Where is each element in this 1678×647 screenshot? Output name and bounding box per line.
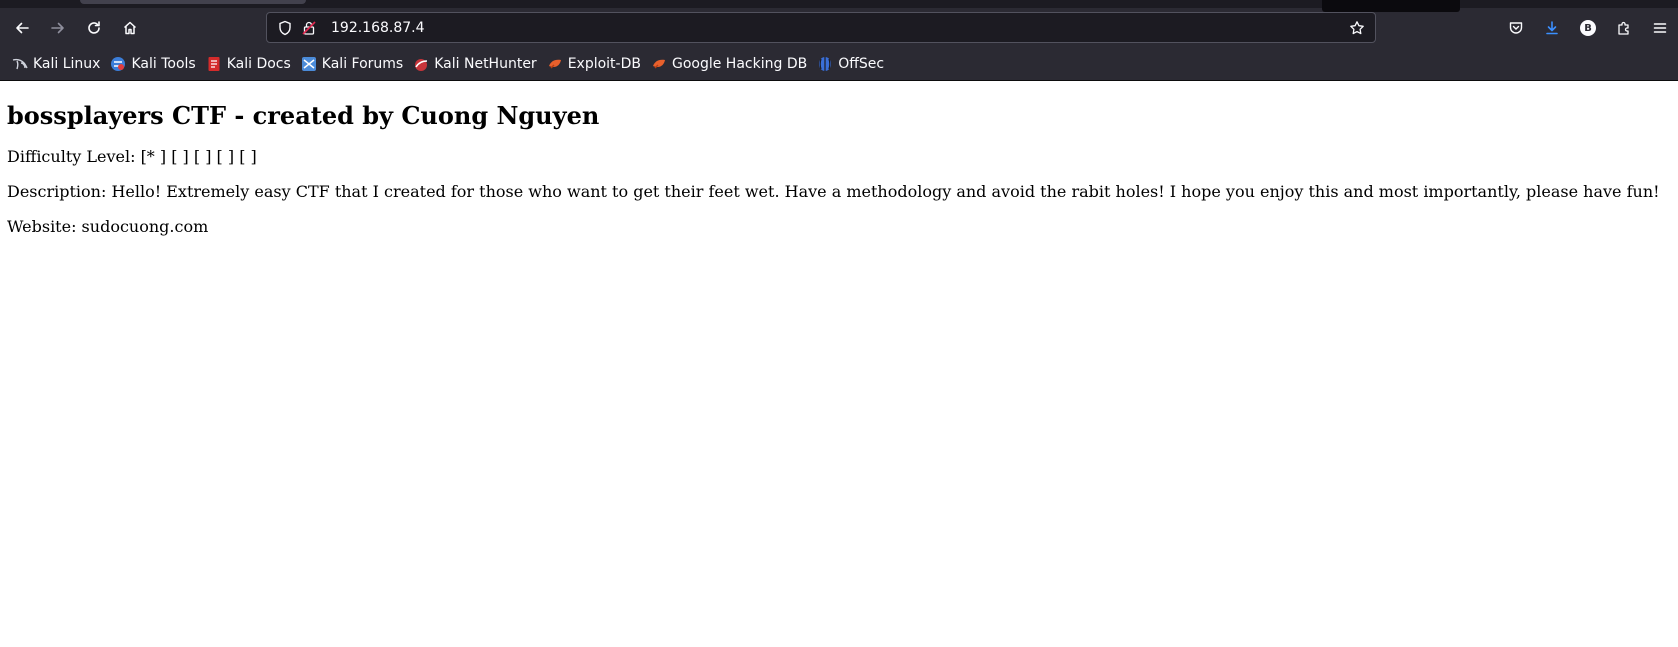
website: Website: sudocuong.com: [7, 217, 209, 236]
tab-strip: [0, 0, 1678, 12]
bookmark-exploit-db[interactable]: Exploit-DB: [543, 51, 647, 77]
ghdb-icon: [652, 59, 665, 69]
kali-dragon-icon: [12, 58, 28, 70]
download-icon: [1546, 21, 1558, 35]
bookmark-label: Exploit-DB: [567, 56, 641, 72]
bookmark-label: Kali Docs: [226, 56, 291, 72]
offsec-icon: [819, 57, 832, 71]
bookmark-kali-forums[interactable]: Kali Forums: [297, 51, 409, 77]
bookmark-label: OffSec: [838, 56, 885, 72]
kali-tools-icon: [111, 57, 126, 71]
home-button[interactable]: [112, 12, 148, 44]
kali-forums-icon: [301, 57, 316, 71]
bookmark-kali-tools[interactable]: Kali Tools: [106, 51, 201, 77]
kali-docs-icon: [208, 57, 220, 71]
bookmark-label: Kali Forums: [321, 56, 404, 72]
toolbar-right-tools: B: [1498, 8, 1678, 48]
account-button[interactable]: B: [1570, 12, 1606, 44]
menu-button[interactable]: [1642, 12, 1678, 44]
bookmark-kali-nethunter[interactable]: Kali NetHunter: [409, 51, 542, 77]
navigation-toolbar: 192.168.87.4 B: [0, 8, 1678, 48]
exploit-db-icon: [548, 59, 561, 69]
insecure-lock-icon[interactable]: [297, 16, 321, 40]
reload-button[interactable]: [76, 12, 112, 44]
home-icon: [123, 21, 137, 35]
description: Description: Hello! Extremely easy CTF t…: [7, 182, 1660, 201]
page-content: bossplayers CTF - created by Cuong Nguye…: [0, 101, 1678, 237]
pocket-button[interactable]: [1498, 12, 1534, 44]
page-title: bossplayers CTF - created by Cuong Nguye…: [7, 101, 600, 130]
bookmark-offsec[interactable]: OffSec: [813, 51, 890, 77]
reload-icon: [88, 21, 100, 34]
extensions-button[interactable]: [1606, 12, 1642, 44]
bookmark-google-hacking-db[interactable]: Google Hacking DB: [647, 51, 813, 77]
bookmark-label: Kali Linux: [33, 56, 101, 72]
bookmarks-toolbar: Kali Linux Kali Tools Kali Docs Kali For…: [0, 48, 1678, 81]
difficulty-level: Difficulty Level: [* ] [ ] [ ] [ ] [ ]: [7, 147, 257, 166]
address-bar[interactable]: 192.168.87.4: [266, 12, 1376, 43]
active-tab[interactable]: [80, 0, 306, 4]
bookmark-star-icon[interactable]: [1345, 16, 1369, 40]
kali-nethunter-icon: [415, 59, 428, 71]
shield-icon[interactable]: [273, 16, 297, 40]
bookmark-label: Kali NetHunter: [434, 56, 537, 72]
url-text[interactable]: 192.168.87.4: [331, 20, 425, 36]
puzzle-icon: [1618, 21, 1629, 35]
bookmark-label: Kali Tools: [131, 56, 196, 72]
arrow-left-icon: [16, 22, 29, 34]
bookmark-kali-linux[interactable]: Kali Linux: [8, 51, 106, 77]
browser-chrome: 192.168.87.4 B Kali Linux Kali Tools Kal…: [0, 0, 1678, 81]
forward-button[interactable]: [40, 12, 76, 44]
downloads-button[interactable]: [1534, 12, 1570, 44]
bookmark-label: Google Hacking DB: [671, 56, 808, 72]
account-avatar: B: [1580, 20, 1596, 36]
hamburger-menu-icon: [1653, 23, 1667, 33]
bookmark-kali-docs[interactable]: Kali Docs: [202, 51, 297, 77]
back-button[interactable]: [4, 12, 40, 44]
arrow-right-icon: [51, 22, 64, 34]
pocket-icon: [1509, 22, 1523, 34]
